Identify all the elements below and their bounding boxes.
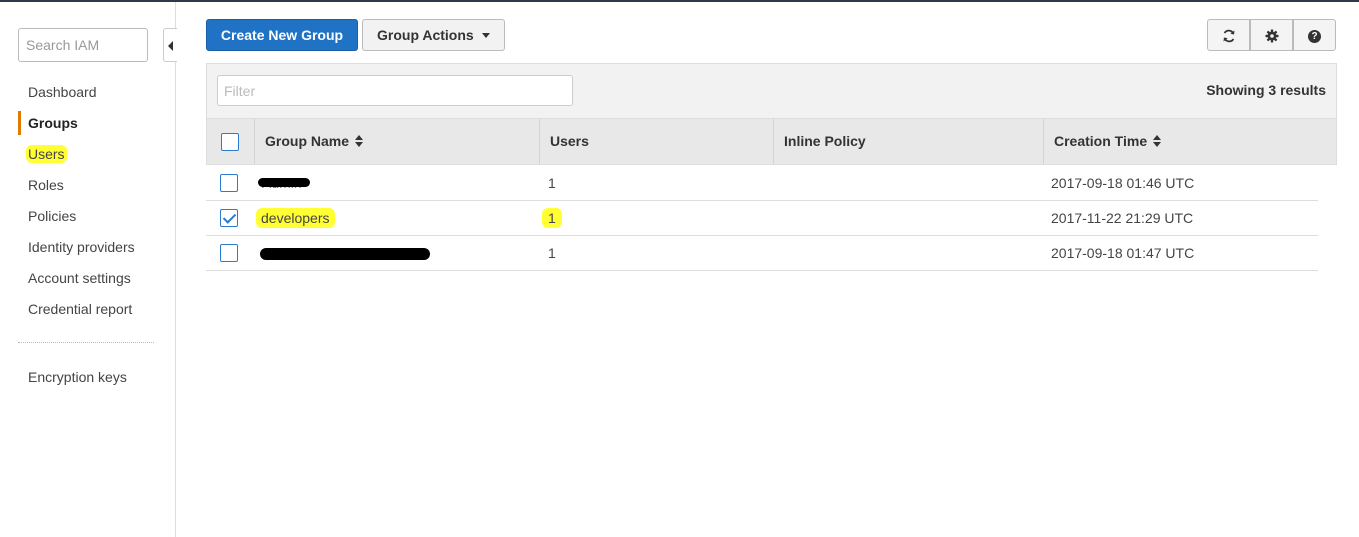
top-border: [0, 0, 1359, 2]
creation-time: 2017-09-18 01:47 UTC: [1051, 245, 1195, 261]
users-count: 1: [548, 175, 556, 191]
help-button[interactable]: ?: [1293, 19, 1336, 51]
column-header-users: Users: [539, 119, 773, 164]
sidebar-item-credential-report[interactable]: Credential report: [28, 298, 132, 320]
sidebar: Dashboard Groups Users Roles Policies Id…: [0, 2, 177, 537]
sort-icon: [1153, 135, 1162, 147]
sidebar-item-users-label: Users: [26, 145, 67, 163]
sidebar-item-users[interactable]: Users: [26, 143, 67, 165]
row-checkbox[interactable]: [220, 209, 238, 227]
sidebar-item-identity-providers[interactable]: Identity providers: [28, 236, 135, 258]
sidebar-item-policies[interactable]: Policies: [28, 205, 76, 227]
table-row[interactable]: developers 1 2017-11-22 21:29 UTC: [206, 201, 1318, 236]
table-row[interactable]: Admin 1 2017-09-18 01:46 UTC: [206, 166, 1318, 201]
column-header-creation-time-label: Creation Time: [1054, 133, 1148, 149]
users-count: 1: [542, 201, 562, 235]
table-header: Group Name Users Inline Policy Creation …: [206, 118, 1337, 165]
settings-button[interactable]: [1250, 19, 1293, 51]
users-count: 1: [548, 245, 556, 261]
refresh-button[interactable]: [1207, 19, 1250, 51]
sidebar-item-dashboard[interactable]: Dashboard: [28, 81, 97, 103]
filter-input[interactable]: [217, 75, 573, 106]
sidebar-divider: [18, 342, 154, 343]
creation-time: 2017-11-22 21:29 UTC: [1051, 210, 1194, 226]
column-header-inline-policy: Inline Policy: [773, 119, 1043, 164]
collapse-sidebar-button[interactable]: [163, 28, 177, 62]
table-row[interactable]: 1 2017-09-18 01:47 UTC: [206, 236, 1318, 271]
help-icon: ?: [1308, 29, 1321, 43]
row-checkbox[interactable]: [220, 174, 238, 192]
creation-time: 2017-09-18 01:46 UTC: [1051, 175, 1195, 191]
search-input[interactable]: [18, 28, 148, 62]
chevron-down-icon: [482, 33, 490, 38]
results-count: Showing 3 results: [1206, 82, 1326, 98]
row-checkbox[interactable]: [220, 244, 238, 262]
refresh-icon: [1223, 30, 1234, 43]
sort-icon: [355, 135, 364, 147]
column-header-group-name-label: Group Name: [265, 133, 350, 149]
filter-bar: Showing 3 results: [206, 63, 1337, 119]
column-header-creation-time[interactable]: Creation Time: [1043, 119, 1336, 164]
group-name[interactable]: developers: [256, 201, 335, 235]
group-actions-dropdown[interactable]: Group Actions: [362, 19, 505, 51]
group-actions-label: Group Actions: [377, 27, 474, 43]
users-count-label: 1: [542, 208, 562, 228]
sidebar-item-groups[interactable]: Groups: [18, 111, 78, 135]
redaction-mark: [260, 248, 430, 260]
column-header-group-name[interactable]: Group Name: [254, 119, 539, 164]
select-all-checkbox[interactable]: [221, 133, 239, 151]
redaction-mark: [258, 178, 310, 187]
create-new-group-button[interactable]: Create New Group: [206, 19, 358, 51]
sidebar-item-account-settings[interactable]: Account settings: [28, 267, 131, 289]
gear-icon: [1265, 29, 1278, 43]
sidebar-item-encryption-keys[interactable]: Encryption keys: [28, 366, 127, 388]
group-name-label: developers: [256, 208, 335, 228]
sidebar-item-roles[interactable]: Roles: [28, 174, 64, 196]
